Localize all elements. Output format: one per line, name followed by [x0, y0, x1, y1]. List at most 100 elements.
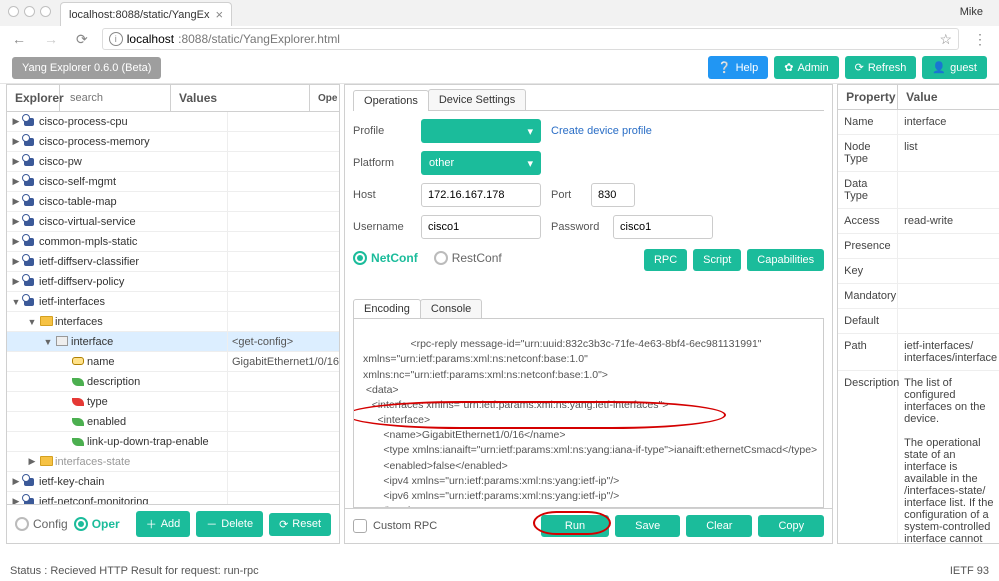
create-profile-link[interactable]: Create device profile: [551, 125, 652, 137]
tab-operations[interactable]: Operations: [353, 90, 429, 111]
expand-icon[interactable]: ▶: [11, 176, 21, 187]
tree-value[interactable]: [227, 312, 339, 331]
tab-encoding[interactable]: Encoding: [353, 299, 421, 318]
tree-value[interactable]: [227, 232, 339, 251]
tree-row[interactable]: ▼interface<get-config>: [7, 332, 339, 352]
tree-row[interactable]: ▶cisco-virtual-service: [7, 212, 339, 232]
tree-value[interactable]: [227, 252, 339, 271]
tree-value[interactable]: [227, 152, 339, 171]
expand-icon[interactable]: ▶: [11, 116, 21, 127]
restconf-radio[interactable]: RestConf: [434, 251, 502, 265]
tree-value[interactable]: [227, 172, 339, 191]
run-button[interactable]: Run: [541, 515, 609, 537]
username-input[interactable]: [421, 215, 541, 239]
expand-icon[interactable]: ▶: [11, 276, 21, 287]
expand-icon[interactable]: ▶: [11, 216, 21, 227]
port-input[interactable]: [591, 183, 635, 207]
browser-tab[interactable]: localhost:8088/static/YangEx ×: [60, 2, 232, 26]
address-bar[interactable]: i localhost:8088/static/YangExplorer.htm…: [102, 28, 959, 50]
close-icon[interactable]: ×: [215, 7, 223, 22]
tree-row[interactable]: ▶cisco-process-cpu: [7, 112, 339, 132]
search-input[interactable]: [68, 90, 162, 106]
tree-row[interactable]: ▶ietf-netconf-monitoring: [7, 492, 339, 504]
tree-row[interactable]: ▶ietf-diffserv-classifier: [7, 252, 339, 272]
tree-row[interactable]: ▶interfaces-state: [7, 452, 339, 472]
profile-select[interactable]: ▾: [421, 119, 541, 143]
tree-row[interactable]: description: [7, 372, 339, 392]
add-button[interactable]: ＋ Add: [136, 511, 191, 537]
expand-icon[interactable]: ▼: [11, 297, 21, 307]
clear-button[interactable]: Clear: [686, 515, 752, 537]
expand-icon[interactable]: ▶: [11, 496, 21, 504]
refresh-button[interactable]: ⟳ Refresh: [845, 56, 917, 79]
tree-value[interactable]: [227, 212, 339, 231]
tree-value[interactable]: [227, 412, 339, 431]
bookmark-icon[interactable]: ☆: [939, 31, 952, 48]
tree-row[interactable]: type: [7, 392, 339, 412]
site-info-icon[interactable]: i: [109, 32, 123, 46]
window-min-icon[interactable]: [24, 6, 35, 17]
tree-row[interactable]: ▶cisco-table-map: [7, 192, 339, 212]
profile-user[interactable]: Mike: [960, 6, 983, 18]
tree-row[interactable]: ▼interfaces: [7, 312, 339, 332]
tree-row[interactable]: link-up-down-trap-enable: [7, 432, 339, 452]
expand-icon[interactable]: ▶: [11, 196, 21, 207]
yang-tree[interactable]: ▶cisco-process-cpu▶cisco-process-memory▶…: [7, 112, 339, 504]
xml-output[interactable]: <rpc-reply message-id="urn:uuid:832c3b3c…: [353, 319, 824, 508]
tree-row[interactable]: ▶cisco-pw: [7, 152, 339, 172]
tree-row[interactable]: ▶cisco-process-memory: [7, 132, 339, 152]
reload-icon[interactable]: ⟳: [72, 31, 92, 48]
config-radio[interactable]: Config: [15, 517, 68, 531]
window-close-icon[interactable]: [8, 6, 19, 17]
tree-row[interactable]: enabled: [7, 412, 339, 432]
tab-console[interactable]: Console: [420, 299, 482, 318]
rpc-button[interactable]: RPC: [644, 249, 687, 271]
tab-device-settings[interactable]: Device Settings: [428, 89, 526, 110]
copy-button[interactable]: Copy: [758, 515, 824, 537]
tree-row[interactable]: ▶ietf-key-chain: [7, 472, 339, 492]
tree-row[interactable]: ▶common-mpls-static: [7, 232, 339, 252]
forward-icon[interactable]: →: [40, 31, 62, 47]
reset-button[interactable]: ⟳ Reset: [269, 513, 331, 536]
tree-value[interactable]: [227, 472, 339, 491]
expand-icon[interactable]: ▶: [11, 236, 21, 247]
expand-icon[interactable]: ▶: [11, 156, 21, 167]
host-input[interactable]: [421, 183, 541, 207]
tree-value[interactable]: [227, 132, 339, 151]
oper-radio[interactable]: Oper: [74, 517, 120, 531]
tree-value[interactable]: [227, 192, 339, 211]
expand-icon[interactable]: ▶: [27, 456, 37, 467]
delete-button[interactable]: － Delete: [196, 511, 263, 537]
expand-icon[interactable]: ▶: [11, 256, 21, 267]
back-icon[interactable]: ←: [8, 31, 30, 47]
admin-button[interactable]: ✿ Admin: [774, 56, 838, 79]
tree-value[interactable]: GigabitEthernet1/0/16: [227, 352, 339, 371]
capabilities-button[interactable]: Capabilities: [747, 249, 824, 271]
tree-value[interactable]: [227, 432, 339, 451]
help-button[interactable]: ❔ Help: [708, 56, 768, 79]
password-input[interactable]: [613, 215, 713, 239]
tree-row[interactable]: ▼ietf-interfaces: [7, 292, 339, 312]
tree-value[interactable]: <get-config>: [227, 332, 339, 351]
menu-icon[interactable]: ⋮: [969, 31, 991, 48]
expand-icon[interactable]: ▶: [11, 136, 21, 147]
expand-icon[interactable]: ▼: [27, 317, 37, 327]
guest-button[interactable]: 👤 guest: [922, 56, 987, 79]
netconf-radio[interactable]: NetConf: [353, 251, 418, 265]
tree-value[interactable]: [227, 452, 339, 471]
script-button[interactable]: Script: [693, 249, 741, 271]
platform-select[interactable]: other▾: [421, 151, 541, 175]
tree-row[interactable]: ▶ietf-diffserv-policy: [7, 272, 339, 292]
tree-value[interactable]: [227, 492, 339, 504]
tree-value[interactable]: [227, 272, 339, 291]
tree-value[interactable]: [227, 392, 339, 411]
tree-row[interactable]: ▶cisco-self-mgmt: [7, 172, 339, 192]
window-max-icon[interactable]: [40, 6, 51, 17]
save-button[interactable]: Save: [615, 515, 680, 537]
tree-row[interactable]: nameGigabitEthernet1/0/16: [7, 352, 339, 372]
tree-value[interactable]: [227, 112, 339, 131]
tree-value[interactable]: [227, 372, 339, 391]
expand-icon[interactable]: ▶: [11, 476, 21, 487]
custom-rpc-checkbox[interactable]: [353, 519, 367, 533]
tree-value[interactable]: [227, 292, 339, 311]
